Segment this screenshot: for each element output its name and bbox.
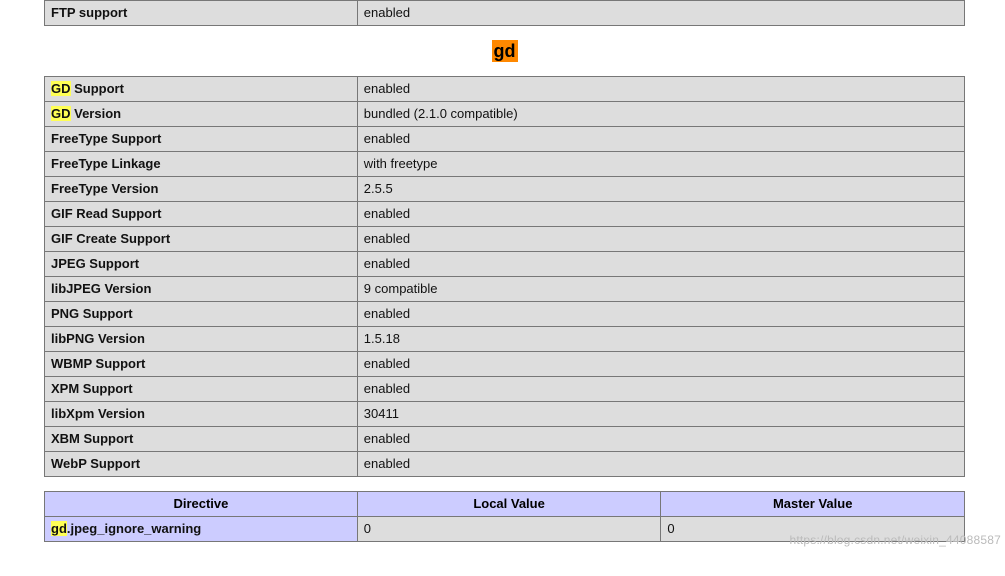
row-label: JPEG Support <box>45 252 358 277</box>
table-row: FreeType Linkage with freetype <box>45 152 965 177</box>
table-row: gd.jpeg_ignore_warning 0 0 <box>45 517 965 542</box>
master-value-col-header: Master Value <box>661 492 965 517</box>
table-row: libPNG Version 1.5.18 <box>45 327 965 352</box>
row-label: GIF Read Support <box>45 202 358 227</box>
table-row: GD Support enabled <box>45 77 965 102</box>
directive-col-header: Directive <box>45 492 358 517</box>
row-value: enabled <box>357 377 964 402</box>
row-label: FreeType Version <box>45 177 358 202</box>
row-value: 9 compatible <box>357 277 964 302</box>
table-row: libXpm Version 30411 <box>45 402 965 427</box>
table-row: GIF Read Support enabled <box>45 202 965 227</box>
directive-name: gd.jpeg_ignore_warning <box>45 517 358 542</box>
row-label: libXpm Version <box>45 402 358 427</box>
row-value: 30411 <box>357 402 964 427</box>
directive-master-value: 0 <box>661 517 965 542</box>
row-value: enabled <box>357 427 964 452</box>
row-label: GIF Create Support <box>45 227 358 252</box>
directive-table: Directive Local Value Master Value gd.jp… <box>44 491 965 542</box>
phpinfo-page: FTP support enabled gd GD Support enable… <box>0 0 1005 576</box>
ftp-table: FTP support enabled <box>44 0 965 26</box>
row-value: enabled <box>357 302 964 327</box>
table-row: FTP support enabled <box>45 1 965 26</box>
table-row: FreeType Version 2.5.5 <box>45 177 965 202</box>
table-row: XPM Support enabled <box>45 377 965 402</box>
row-label: GD Version <box>45 102 358 127</box>
row-value: enabled <box>357 252 964 277</box>
row-label: GD Support <box>45 77 358 102</box>
row-value: 1.5.18 <box>357 327 964 352</box>
table-row: FreeType Support enabled <box>45 127 965 152</box>
row-value: enabled <box>357 1 964 26</box>
row-value: enabled <box>357 352 964 377</box>
row-value: enabled <box>357 202 964 227</box>
row-value: enabled <box>357 452 964 477</box>
table-row: XBM Support enabled <box>45 427 965 452</box>
table-row: WBMP Support enabled <box>45 352 965 377</box>
table-row: GIF Create Support enabled <box>45 227 965 252</box>
row-label: FTP support <box>45 1 358 26</box>
row-value: enabled <box>357 227 964 252</box>
section-heading-text: gd <box>492 40 518 62</box>
row-label: XBM Support <box>45 427 358 452</box>
row-label: PNG Support <box>45 302 358 327</box>
row-label: WebP Support <box>45 452 358 477</box>
table-row: JPEG Support enabled <box>45 252 965 277</box>
row-value: enabled <box>357 77 964 102</box>
local-value-col-header: Local Value <box>357 492 661 517</box>
section-heading: gd <box>44 40 965 62</box>
table-row: PNG Support enabled <box>45 302 965 327</box>
row-value: 2.5.5 <box>357 177 964 202</box>
row-value: enabled <box>357 127 964 152</box>
gd-table: GD Support enabled GD Version bundled (2… <box>44 76 965 477</box>
row-label: FreeType Linkage <box>45 152 358 177</box>
table-row: libJPEG Version 9 compatible <box>45 277 965 302</box>
row-label: libJPEG Version <box>45 277 358 302</box>
row-value: bundled (2.1.0 compatible) <box>357 102 964 127</box>
row-value: with freetype <box>357 152 964 177</box>
table-row: WebP Support enabled <box>45 452 965 477</box>
row-label: FreeType Support <box>45 127 358 152</box>
row-label: libPNG Version <box>45 327 358 352</box>
directive-header-row: Directive Local Value Master Value <box>45 492 965 517</box>
row-label: XPM Support <box>45 377 358 402</box>
directive-local-value: 0 <box>357 517 661 542</box>
table-row: GD Version bundled (2.1.0 compatible) <box>45 102 965 127</box>
row-label: WBMP Support <box>45 352 358 377</box>
